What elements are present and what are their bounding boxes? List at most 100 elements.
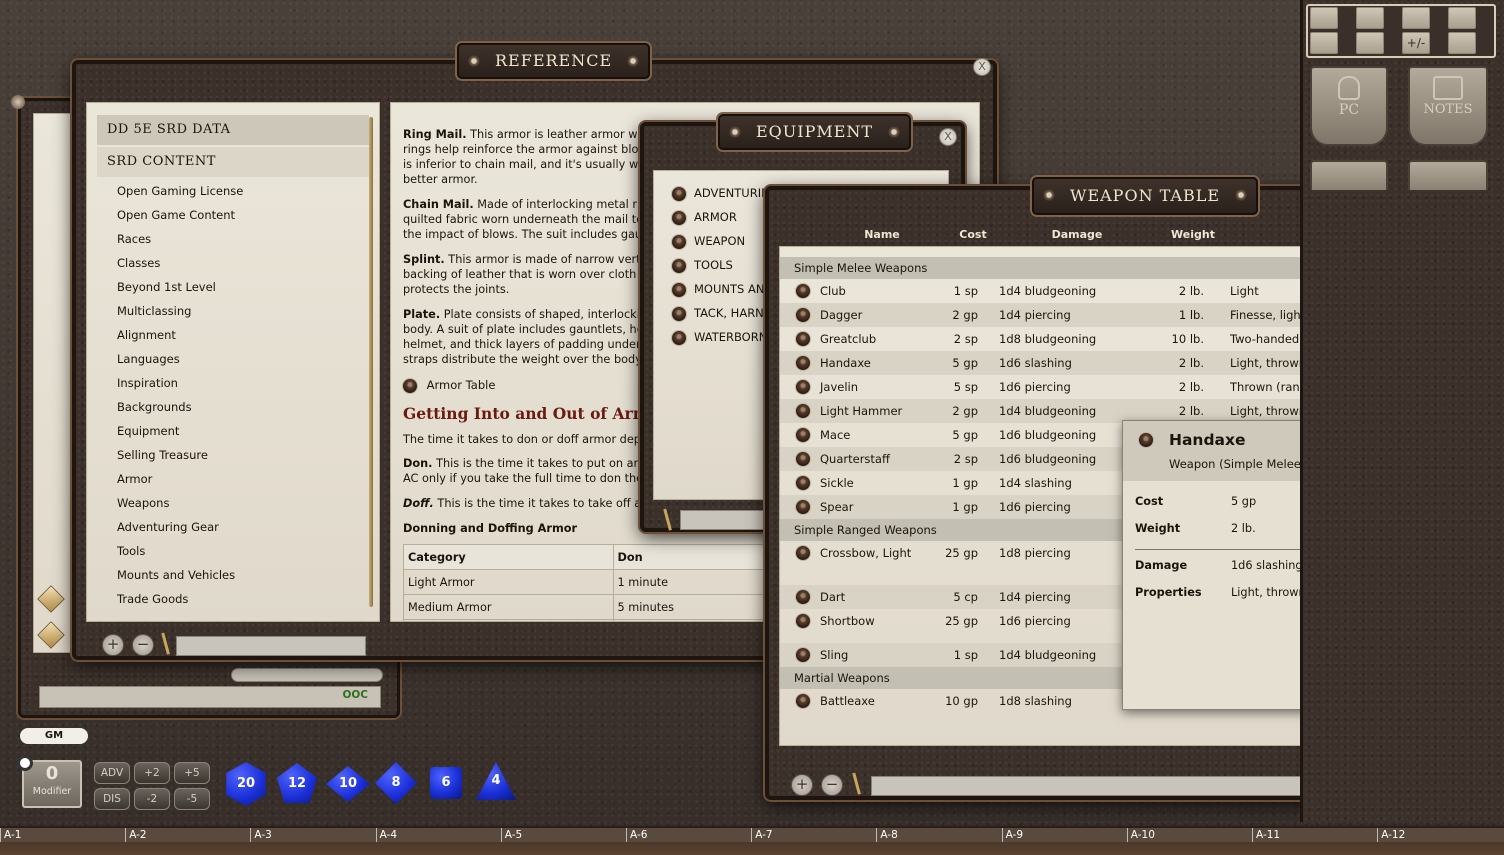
tool-crossedswords-icon[interactable] — [1310, 7, 1338, 29]
weapon-row-icon — [796, 500, 810, 514]
sidebar-tab-notes[interactable]: NOTES — [1408, 66, 1488, 146]
nav-scrollbar[interactable] — [369, 117, 373, 607]
weapon-properties: Two-handed — [1230, 332, 1300, 346]
d10-die-icon[interactable]: 10 — [326, 766, 370, 802]
dice-button-3[interactable]: DIS — [94, 788, 130, 810]
weapon-cost: 1 sp — [953, 284, 978, 298]
d8-die-icon[interactable]: 8 — [375, 762, 417, 804]
sidebar-tab-4[interactable] — [1408, 160, 1488, 190]
d20-die-icon[interactable]: 20 — [226, 762, 266, 806]
dice-button-5[interactable]: -5 — [174, 788, 210, 810]
sidebar-tab-3[interactable] — [1310, 160, 1388, 190]
chat-input[interactable]: OOC — [39, 686, 381, 708]
tool--icon[interactable]: +/- — [1402, 32, 1430, 54]
d6-die-icon[interactable]: 6 — [430, 767, 462, 799]
nav-item[interactable]: Tools — [97, 539, 369, 563]
dice-button-2[interactable]: +5 — [174, 762, 210, 784]
weapon-cost: 5 sp — [953, 380, 978, 394]
nav-item[interactable]: Selling Treasure — [97, 443, 369, 467]
grid-label: A-9 — [1001, 828, 1127, 842]
weapon-row-icon — [796, 428, 810, 442]
chat-stitching — [11, 95, 25, 109]
table-cell: Heavy Armor — [403, 619, 614, 621]
popup-field-label: Damage — [1135, 559, 1188, 572]
weapon-add-button[interactable]: + — [791, 774, 813, 796]
weapon-name: Sickle — [820, 476, 854, 490]
tool-gear-icon[interactable] — [1356, 32, 1384, 54]
nav-item[interactable]: Mounts and Vehicles — [97, 563, 369, 587]
paragraph-term: Ring Mail. — [403, 128, 467, 141]
reference-nav-pane: DD 5E SRD DATA SRD CONTENT Open Gaming L… — [86, 102, 380, 622]
section-srd-content[interactable]: SRD CONTENT — [97, 147, 369, 177]
nav-item[interactable]: Races — [97, 227, 369, 251]
remove-button[interactable]: − — [132, 634, 154, 656]
weapon-name: Crossbow, Light — [820, 546, 912, 560]
equipment-item-icon — [672, 258, 686, 273]
equipment-item-icon — [672, 186, 686, 201]
paragraph-term: Plate. — [403, 308, 441, 321]
column-header-name[interactable]: Name — [864, 228, 900, 241]
weapon-cost: 1 gp — [952, 500, 978, 514]
weapon-cost: 1 gp — [952, 476, 978, 490]
section-dd5e-srd-data[interactable]: DD 5E SRD DATA — [97, 115, 369, 145]
weapon-damage: 1d8 slashing — [999, 694, 1072, 708]
nav-item[interactable]: Armor — [97, 467, 369, 491]
grid-label-bar: A-1 A-2 A-3 A-4 A-5 A-6 A-7 A-8 A-9 A-10 A-11 A-12 — [0, 826, 1504, 855]
weapon-cost: 1 sp — [953, 648, 978, 662]
dice-button-4[interactable]: -2 — [134, 788, 170, 810]
dice-button-0[interactable]: ADV — [94, 762, 130, 784]
weapon-name: Shortbow — [820, 614, 875, 628]
weapon-name: Javelin — [820, 380, 858, 394]
grid-label: A-12 — [1377, 828, 1502, 842]
nav-item[interactable]: Classes — [97, 251, 369, 275]
nav-item[interactable]: Open Gaming License — [97, 179, 369, 203]
weapon-name: Battleaxe — [820, 694, 875, 708]
weapon-remove-button[interactable]: − — [821, 774, 843, 796]
weapon-damage: 1d6 piercing — [999, 380, 1071, 394]
chat-speaker-select[interactable] — [231, 668, 383, 682]
tool-palette-icon[interactable] — [1448, 7, 1476, 29]
nav-item[interactable]: Open Game Content — [97, 203, 369, 227]
nav-item[interactable]: Backgrounds — [97, 395, 369, 419]
d4-die-icon[interactable]: 4 — [476, 762, 516, 800]
equipment-item-icon — [672, 234, 686, 249]
reference-close-button[interactable]: X — [973, 58, 991, 76]
reference-filter-input[interactable] — [176, 636, 366, 656]
nav-item[interactable]: Multiclassing — [97, 299, 369, 323]
nav-item[interactable]: Equipment — [97, 419, 369, 443]
nav-item[interactable]: Adventuring Gear — [97, 515, 369, 539]
column-header-cost[interactable]: Cost — [959, 228, 986, 241]
nav-item[interactable]: Languages — [97, 347, 369, 371]
nav-item[interactable]: Weapons — [97, 491, 369, 515]
tool-party-icon[interactable] — [1356, 7, 1384, 29]
grid-label: A-5 — [500, 828, 626, 842]
equipment-close-button[interactable]: X — [939, 128, 957, 146]
tool-mapscroll-icon[interactable] — [1402, 7, 1430, 29]
weapon-damage: 1d4 bludgeoning — [999, 284, 1097, 298]
weapon-damage: 1d6 piercing — [999, 614, 1071, 628]
sidebar-tab-pc[interactable]: PC — [1310, 66, 1388, 146]
weapon-properties: Light — [1230, 284, 1259, 298]
ooc-toggle[interactable]: OOC — [342, 689, 368, 701]
modifier-gear-icon[interactable] — [17, 755, 33, 771]
dice-button-1[interactable]: +2 — [134, 762, 170, 784]
weapon-damage: 1d6 bludgeoning — [999, 428, 1097, 442]
column-header-weight[interactable]: Weight — [1171, 228, 1215, 241]
nav-item[interactable]: Alignment — [97, 323, 369, 347]
tool-figure-icon[interactable] — [1448, 32, 1476, 54]
grid-label: A-11 — [1252, 828, 1377, 842]
nav-item[interactable]: Beyond 1st Level — [97, 275, 369, 299]
nav-item[interactable]: Inspiration — [97, 371, 369, 395]
popup-field-label: Weight — [1135, 522, 1181, 535]
d12-die-icon[interactable]: 12 — [276, 763, 318, 803]
tool-sunmoon-icon[interactable] — [1310, 32, 1338, 54]
quill-icon — [1433, 76, 1463, 100]
nav-item[interactable]: Trade Goods — [97, 587, 369, 611]
add-button[interactable]: + — [102, 634, 124, 656]
weapon-name: Handaxe — [820, 356, 871, 370]
equipment-title: EQUIPMENT — [718, 114, 912, 150]
column-header-damage[interactable]: Damage — [1052, 228, 1103, 241]
equipment-item-icon — [672, 282, 686, 297]
grid-label: A-10 — [1126, 828, 1252, 842]
table-row: Medium Armor 5 minutes — [403, 594, 823, 620]
